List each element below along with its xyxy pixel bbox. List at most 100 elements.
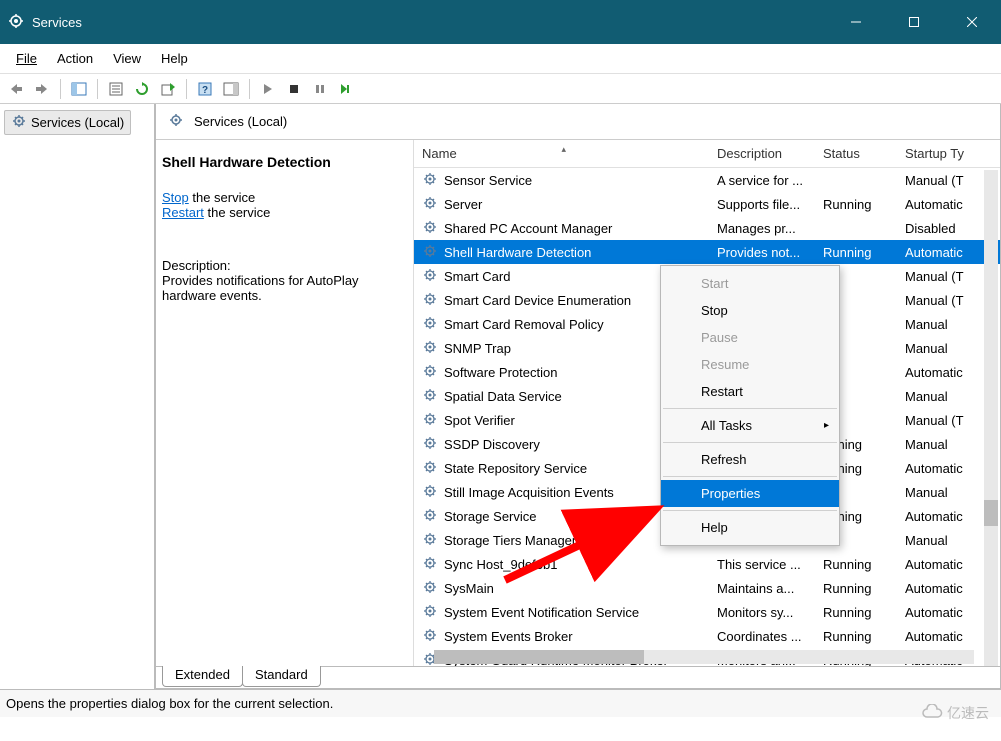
service-startup-type: Automatic — [897, 509, 977, 524]
window-titlebar: Services — [0, 0, 1001, 44]
service-name: SNMP Trap — [444, 341, 511, 356]
gear-icon — [422, 291, 438, 310]
vertical-scroll-thumb[interactable] — [984, 500, 998, 526]
stop-service-button[interactable] — [282, 77, 306, 101]
service-name: System Event Notification Service — [444, 605, 639, 620]
context-menu-refresh[interactable]: Refresh — [661, 446, 839, 473]
column-name[interactable]: ▴Name — [414, 146, 709, 161]
service-description: Monitors sy... — [709, 605, 815, 620]
service-startup-type: Automatic — [897, 557, 977, 572]
column-description[interactable]: Description — [709, 146, 815, 161]
horizontal-scroll-thumb[interactable] — [434, 650, 644, 664]
context-menu: Start Stop Pause Resume Restart All Task… — [660, 265, 840, 546]
close-button[interactable] — [943, 0, 1001, 44]
tree-pane: Services (Local) — [0, 104, 155, 689]
service-startup-type: Disabled — [897, 221, 977, 236]
gear-icon — [422, 363, 438, 382]
tab-standard[interactable]: Standard — [242, 666, 321, 687]
menu-view[interactable]: View — [103, 47, 151, 70]
stop-service-link[interactable]: Stop — [162, 190, 189, 205]
content-pane: Services (Local) Shell Hardware Detectio… — [155, 104, 1001, 689]
restart-service-button[interactable] — [334, 77, 358, 101]
start-service-button[interactable] — [256, 77, 280, 101]
tree-root-label: Services (Local) — [31, 115, 124, 130]
column-status[interactable]: Status — [815, 146, 897, 161]
service-name: Smart Card — [444, 269, 510, 284]
service-row[interactable]: System Event Notification Service Monitor… — [414, 600, 1000, 624]
context-menu-separator — [663, 476, 837, 477]
detail-pane: Shell Hardware Detection Stop the servic… — [156, 140, 414, 666]
submenu-arrow-icon: ▸ — [824, 420, 829, 431]
context-menu-resume: Resume — [661, 351, 839, 378]
menu-help[interactable]: Help — [151, 47, 198, 70]
context-menu-pause: Pause — [661, 324, 839, 351]
service-description: Maintains a... — [709, 581, 815, 596]
list-header: ▴Name Description Status Startup Ty — [414, 140, 1000, 168]
gear-icon — [422, 555, 438, 574]
window-title: Services — [32, 15, 82, 30]
context-menu-all-tasks[interactable]: All Tasks▸ — [661, 412, 839, 439]
show-hide-action-pane-button[interactable] — [219, 77, 243, 101]
service-row[interactable]: System Events BrokerCoordinates ...Runni… — [414, 624, 1000, 648]
service-row[interactable]: SysMainMaintains a...RunningAutomatic — [414, 576, 1000, 600]
gear-icon — [422, 507, 438, 526]
service-row[interactable]: Shell Hardware DetectionProvides not...R… — [414, 240, 1000, 264]
help-button[interactable]: ? — [193, 77, 217, 101]
service-row[interactable]: ServerSupports file...RunningAutomatic — [414, 192, 1000, 216]
service-name: Spot Verifier — [444, 413, 515, 428]
context-menu-properties[interactable]: Properties — [661, 480, 839, 507]
vertical-scrollbar[interactable] — [984, 170, 998, 666]
context-menu-restart[interactable]: Restart — [661, 378, 839, 405]
service-row[interactable]: Shared PC Account ManagerManages pr...Di… — [414, 216, 1000, 240]
service-startup-type: Manual — [897, 437, 977, 452]
column-startup-type[interactable]: Startup Ty — [897, 146, 977, 161]
tab-extended[interactable]: Extended — [162, 666, 243, 687]
service-startup-type: Automatic — [897, 245, 977, 260]
context-menu-separator — [663, 510, 837, 511]
context-menu-separator — [663, 442, 837, 443]
menu-action[interactable]: Action — [47, 47, 103, 70]
export-button[interactable] — [156, 77, 180, 101]
context-menu-stop[interactable]: Stop — [661, 297, 839, 324]
properties-button[interactable] — [104, 77, 128, 101]
gear-icon — [422, 267, 438, 286]
service-name: SSDP Discovery — [444, 437, 540, 452]
gear-icon — [422, 387, 438, 406]
service-startup-type: Manual (T — [897, 269, 977, 284]
service-startup-type: Automatic — [897, 605, 977, 620]
restart-service-link[interactable]: Restart — [162, 205, 204, 220]
tree-root-services-local[interactable]: Services (Local) — [4, 110, 131, 135]
service-description: Manages pr... — [709, 221, 815, 236]
service-description: Coordinates ... — [709, 629, 815, 644]
service-name: Still Image Acquisition Events — [444, 485, 614, 500]
horizontal-scrollbar[interactable] — [434, 650, 974, 664]
maximize-button[interactable] — [885, 0, 943, 44]
gear-icon — [422, 219, 438, 238]
service-status: Running — [815, 245, 897, 260]
show-hide-tree-button[interactable] — [67, 77, 91, 101]
pause-service-button[interactable] — [308, 77, 332, 101]
context-menu-help[interactable]: Help — [661, 514, 839, 541]
main-area: Services (Local) Services (Local) Shell … — [0, 104, 1001, 689]
service-description: A service for ... — [709, 173, 815, 188]
service-row[interactable]: Sync Host_9def3b1This service ...Running… — [414, 552, 1000, 576]
gear-icon — [422, 627, 438, 646]
menu-file[interactable]: File — [6, 47, 47, 70]
service-startup-type: Automatic — [897, 461, 977, 476]
service-name: Smart Card Removal Policy — [444, 317, 604, 332]
service-row[interactable]: Sensor ServiceA service for ...Manual (T — [414, 168, 1000, 192]
service-name: Spatial Data Service — [444, 389, 562, 404]
forward-button[interactable] — [30, 77, 54, 101]
stop-suffix: the service — [189, 190, 255, 205]
content-header: Services (Local) — [156, 104, 1000, 140]
minimize-button[interactable] — [827, 0, 885, 44]
toolbar: ? — [0, 74, 1001, 104]
refresh-button[interactable] — [130, 77, 154, 101]
gear-icon — [422, 459, 438, 478]
gear-icon — [11, 113, 27, 132]
service-status: Running — [815, 557, 897, 572]
service-description: Supports file... — [709, 197, 815, 212]
service-name: Sensor Service — [444, 173, 532, 188]
back-button[interactable] — [4, 77, 28, 101]
service-name: Software Protection — [444, 365, 557, 380]
